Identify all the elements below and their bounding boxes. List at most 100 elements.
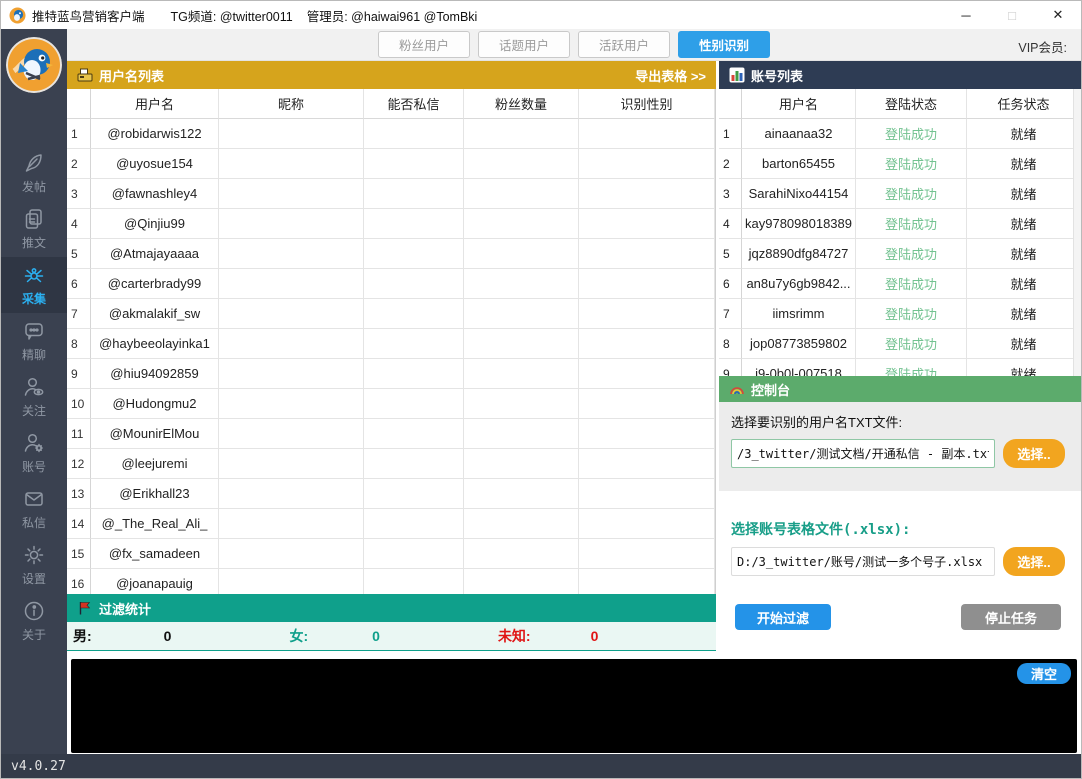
user-row[interactable]: 14@_The_Real_Ali_ <box>67 509 715 539</box>
sidebar-item-chat[interactable]: 精聊 <box>1 313 67 369</box>
empty-cell <box>219 299 364 329</box>
row-number: 4 <box>719 209 742 239</box>
user-row[interactable]: 8@haybeeolayinka1 <box>67 329 715 359</box>
sidebar-item-account[interactable]: 账号 <box>1 425 67 481</box>
export-table-link[interactable]: 导出表格 >> <box>635 66 706 85</box>
sidebar-item-label: 发帖 <box>22 178 46 195</box>
sidebar-item-follow[interactable]: 关注 <box>1 369 67 425</box>
sidebar-item-post[interactable]: 发帖 <box>1 145 67 201</box>
row-number: 3 <box>67 179 91 209</box>
stop-task-button[interactable]: 停止任务 <box>961 604 1061 630</box>
empty-cell <box>579 329 715 359</box>
account-row[interactable]: 9j9-0b0l-007518登陆成功就绪 <box>719 359 1081 376</box>
empty-cell <box>219 359 364 389</box>
sidebar-item-collect[interactable]: 采集 <box>1 257 67 313</box>
username-cell: @haybeeolayinka1 <box>91 329 219 359</box>
txt-file-input[interactable] <box>731 439 995 468</box>
empty-cell <box>219 539 364 569</box>
user-row[interactable]: 3@fawnashley4 <box>67 179 715 209</box>
account-row[interactable]: 4kay978098018389登陆成功就绪 <box>719 209 1081 239</box>
start-filter-button[interactable]: 开始过滤 <box>735 604 831 630</box>
row-number: 2 <box>67 149 91 179</box>
account-username-cell: jop08773859802 <box>742 329 856 359</box>
tab-gender[interactable]: 性别识别 <box>678 31 770 58</box>
login-status-cell: 登陆成功 <box>856 329 967 359</box>
login-status-cell: 登陆成功 <box>856 179 967 209</box>
empty-cell <box>219 239 364 269</box>
user-row[interactable]: 4@Qinjiu99 <box>67 209 715 239</box>
sidebar-item-tweet[interactable]: 推文 <box>1 201 67 257</box>
tab-fans[interactable]: 粉丝用户 <box>378 31 470 58</box>
empty-cell <box>464 209 579 239</box>
sidebar-item-dm[interactable]: 私信 <box>1 481 67 537</box>
xlsx-file-input[interactable] <box>731 547 995 576</box>
account-row[interactable]: 5jqz8890dfg84727登陆成功就绪 <box>719 239 1081 269</box>
empty-cell <box>579 359 715 389</box>
tab-topic[interactable]: 话题用户 <box>478 31 570 58</box>
empty-cell <box>579 239 715 269</box>
empty-cell <box>579 479 715 509</box>
empty-cell <box>219 449 364 479</box>
user-row[interactable]: 10@Hudongmu2 <box>67 389 715 419</box>
empty-cell <box>464 179 579 209</box>
account-row[interactable]: 6an8u7y6gb9842...登陆成功就绪 <box>719 269 1081 299</box>
account-row[interactable]: 2barton65455登陆成功就绪 <box>719 149 1081 179</box>
user-row[interactable]: 1@robidarwis122 <box>67 119 715 149</box>
row-number: 9 <box>67 359 91 389</box>
close-button[interactable]: ✕ <box>1035 1 1081 29</box>
maximize-button[interactable]: □ <box>989 1 1035 29</box>
choose-txt-button[interactable]: 选择.. <box>1003 439 1065 468</box>
row-number: 7 <box>719 299 742 329</box>
row-number: 14 <box>67 509 91 539</box>
username-cell: @robidarwis122 <box>91 119 219 149</box>
row-number: 8 <box>719 329 742 359</box>
username-cell: @MounirElMou <box>91 419 219 449</box>
unknown-label: 未知: <box>498 626 531 646</box>
user-row[interactable]: 6@carterbrady99 <box>67 269 715 299</box>
male-label: 男: <box>73 626 92 646</box>
row-number: 9 <box>719 359 742 376</box>
tab-active-users[interactable]: 活跃用户 <box>578 31 670 58</box>
content: 粉丝用户话题用户活跃用户性别识别 VIP会员: 用户名列表 导出表格 >> <box>67 29 1081 754</box>
sidebar-item-settings[interactable]: 设置 <box>1 537 67 593</box>
admin-label: 管理员: @haiwai961 @TomBki <box>307 6 478 25</box>
empty-cell <box>464 299 579 329</box>
toolbar: 粉丝用户话题用户活跃用户性别识别 VIP会员: <box>67 29 1081 61</box>
row-number: 15 <box>67 539 91 569</box>
login-status-cell: 登陆成功 <box>856 149 967 179</box>
user-row[interactable]: 13@Erikhall23 <box>67 479 715 509</box>
login-status-cell: 登陆成功 <box>856 119 967 149</box>
col-task-status: 任务状态 <box>967 89 1081 119</box>
user-row[interactable]: 15@fx_samadeen <box>67 539 715 569</box>
username-cell: @_The_Real_Ali_ <box>91 509 219 539</box>
unknown-value: 0 <box>591 628 599 644</box>
window-controls: ─ □ ✕ <box>943 1 1081 29</box>
username-table: 用户名 昵称 能否私信 粉丝数量 识别性别 1@robidarwis1222@u… <box>67 89 716 594</box>
txt-file-section: 选择要识别的用户名TXT文件: 选择.. <box>719 402 1081 491</box>
empty-cell <box>364 419 464 449</box>
user-row[interactable]: 7@akmalakif_sw <box>67 299 715 329</box>
sidebar-item-label: 推文 <box>22 234 46 251</box>
empty-cell <box>364 329 464 359</box>
empty-cell <box>364 209 464 239</box>
user-row[interactable]: 5@Atmajayaaaa <box>67 239 715 269</box>
account-row[interactable]: 8jop08773859802登陆成功就绪 <box>719 329 1081 359</box>
account-row[interactable]: 3SarahiNixo44154登陆成功就绪 <box>719 179 1081 209</box>
login-status-cell: 登陆成功 <box>856 239 967 269</box>
user-row[interactable]: 9@hiu94092859 <box>67 359 715 389</box>
bar-chart-icon <box>729 67 745 83</box>
empty-cell <box>464 569 579 594</box>
app-logo-icon <box>9 7 26 24</box>
user-row[interactable]: 12@leejuremi <box>67 449 715 479</box>
user-row[interactable]: 11@MounirElMou <box>67 419 715 449</box>
empty-cell <box>364 269 464 299</box>
user-row[interactable]: 16@joanapauig <box>67 569 715 594</box>
account-row[interactable]: 1ainaanaa32登陆成功就绪 <box>719 119 1081 149</box>
user-row[interactable]: 2@uyosue154 <box>67 149 715 179</box>
choose-xlsx-button[interactable]: 选择.. <box>1003 547 1065 576</box>
username-list-title: 用户名列表 <box>99 66 164 85</box>
minimize-button[interactable]: ─ <box>943 1 989 29</box>
clear-log-button[interactable]: 清空 <box>1017 663 1071 684</box>
account-row[interactable]: 7iimsrimm登陆成功就绪 <box>719 299 1081 329</box>
sidebar-item-about[interactable]: 关于 <box>1 593 67 649</box>
